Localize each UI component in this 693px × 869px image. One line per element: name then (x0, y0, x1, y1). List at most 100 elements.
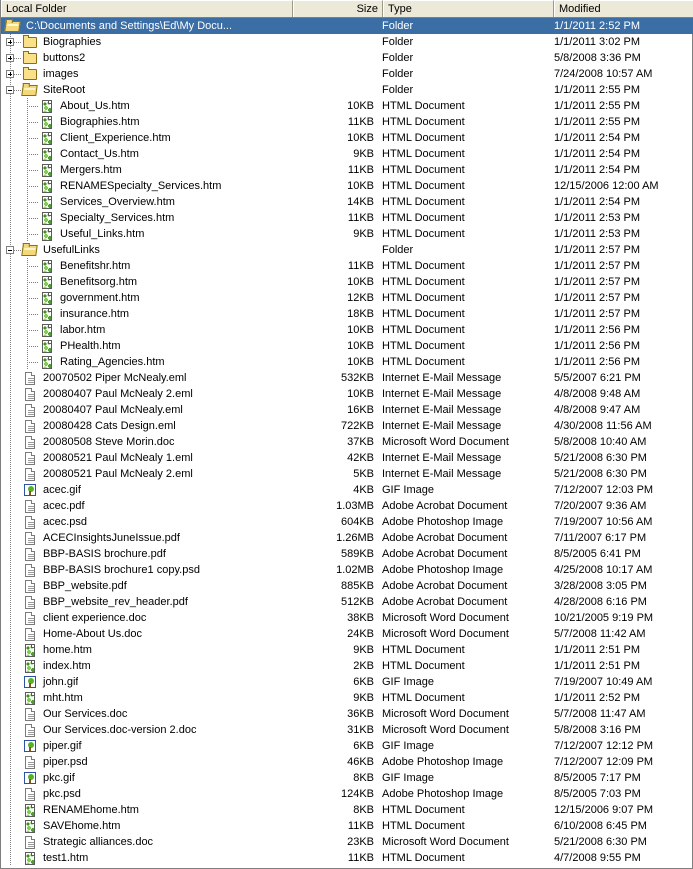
table-row[interactable]: acec.pdf1.03MBAdobe Acrobat Document7/20… (1, 498, 693, 514)
table-row[interactable]: Services_Overview.htm14KBHTML Document1/… (1, 194, 693, 210)
file-size-cell: 722KB (293, 418, 379, 434)
file-type-cell: Microsoft Word Document (379, 834, 554, 850)
file-name-cell: PHealth.htm (1, 338, 293, 354)
tree-line (10, 722, 11, 738)
file-modified-cell: 5/8/2008 10:40 AM (554, 434, 693, 450)
table-row[interactable]: Mergers.htm11KBHTML Document1/1/2011 2:5… (1, 162, 693, 178)
table-row[interactable]: 20080521 Paul McNealy 1.eml42KBInternet … (1, 450, 693, 466)
file-size-cell: 6KB (293, 674, 379, 690)
file-modified-cell: 7/12/2007 12:09 PM (554, 754, 693, 770)
file-name-cell: acec.gif (1, 482, 293, 498)
table-row[interactable]: Specialty_Services.htm11KBHTML Document1… (1, 210, 693, 226)
table-row[interactable]: imagesFolder7/24/2008 10:57 AM (1, 66, 693, 82)
table-row[interactable]: insurance.htm18KBHTML Document1/1/2011 2… (1, 306, 693, 322)
tree-indent-guides (1, 194, 39, 210)
table-row[interactable]: mht.htm9KBHTML Document1/1/2011 2:52 PM (1, 690, 693, 706)
table-row[interactable]: 20080521 Paul McNealy 2.eml5KBInternet E… (1, 466, 693, 482)
table-row[interactable]: 20080508 Steve Morin.doc37KBMicrosoft Wo… (1, 434, 693, 450)
table-row[interactable]: labor.htm10KBHTML Document1/1/2011 2:56 … (1, 322, 693, 338)
expand-node-button[interactable] (6, 38, 14, 46)
file-size-cell: 42KB (293, 450, 379, 466)
table-row[interactable]: Biographies.htm11KBHTML Document1/1/2011… (1, 114, 693, 130)
table-row[interactable]: buttons2Folder5/8/2008 3:36 PM (1, 50, 693, 66)
tree-indent-guides (1, 258, 39, 274)
file-name-label: C:\Documents and Settings\Ed\My Docu... (24, 18, 232, 34)
file-name-cell: 20080521 Paul McNealy 1.eml (1, 450, 293, 466)
table-row[interactable]: piper.psd46KBAdobe Photoshop Image7/12/2… (1, 754, 693, 770)
table-row[interactable]: acec.gif4KBGIF Image7/12/2007 12:03 PM (1, 482, 693, 498)
file-name-cell: Biographies.htm (1, 114, 293, 130)
column-header-modified[interactable]: Modified (554, 0, 693, 17)
table-row[interactable]: Contact_Us.htm9KBHTML Document1/1/2011 2… (1, 146, 693, 162)
table-row[interactable]: Useful_Links.htm9KBHTML Document1/1/2011… (1, 226, 693, 242)
column-header-size[interactable]: Size (293, 0, 383, 17)
expand-node-button[interactable] (6, 54, 14, 62)
table-row[interactable]: home.htm9KBHTML Document1/1/2011 2:51 PM (1, 642, 693, 658)
file-name-cell: piper.gif (1, 738, 293, 754)
column-header-type[interactable]: Type (383, 0, 554, 17)
table-row[interactable]: 20080428 Cats Design.eml722KBInternet E-… (1, 418, 693, 434)
tree-indent-guides (1, 802, 22, 818)
tree-indent-guides (1, 514, 22, 530)
file-modified-cell: 1/1/2011 2:53 PM (554, 210, 693, 226)
table-row[interactable]: SAVEhome.htm11KBHTML Document6/10/2008 6… (1, 818, 693, 834)
table-row[interactable]: PHealth.htm10KBHTML Document1/1/2011 2:5… (1, 338, 693, 354)
file-name-label: 20080428 Cats Design.eml (41, 418, 176, 434)
table-row[interactable]: Benefitsorg.htm10KBHTML Document1/1/2011… (1, 274, 693, 290)
table-row[interactable]: 20080407 Paul McNealy 2.eml10KBInternet … (1, 386, 693, 402)
table-row[interactable]: index.htm2KBHTML Document1/1/2011 2:51 P… (1, 658, 693, 674)
file-name-cell: Specialty_Services.htm (1, 210, 293, 226)
tree-line (27, 202, 38, 203)
table-row[interactable]: Client_Experience.htm10KBHTML Document1/… (1, 130, 693, 146)
table-row[interactable]: test1.htm11KBHTML Document4/7/2008 9:55 … (1, 850, 693, 866)
table-row[interactable]: SiteRootFolder1/1/2011 2:55 PM (1, 82, 693, 98)
table-row[interactable]: government.htm12KBHTML Document1/1/2011 … (1, 290, 693, 306)
file-size-cell: 589KB (293, 546, 379, 562)
file-name-cell: home.htm (1, 642, 293, 658)
tree-line (10, 818, 11, 834)
table-row[interactable]: john.gif6KBGIF Image7/19/2007 10:49 AM (1, 674, 693, 690)
table-row[interactable]: Strategic alliances.doc23KBMicrosoft Wor… (1, 834, 693, 850)
table-row[interactable]: pkc.psd124KBAdobe Photoshop Image8/5/200… (1, 786, 693, 802)
tree-indent-guides (1, 834, 22, 850)
table-row[interactable]: About_Us.htm10KBHTML Document1/1/2011 2:… (1, 98, 693, 114)
table-row[interactable]: Rating_Agencies.htm10KBHTML Document1/1/… (1, 354, 693, 370)
tree-indent-guides (1, 226, 39, 242)
table-row[interactable]: 20080407 Paul McNealy.eml16KBInternet E-… (1, 402, 693, 418)
file-size-cell: 604KB (293, 514, 379, 530)
tree-indent-guides (1, 562, 22, 578)
tree-line (10, 258, 11, 274)
table-row[interactable]: BBP_website.pdf885KBAdobe Acrobat Docume… (1, 578, 693, 594)
table-row[interactable]: Benefitshr.htm11KBHTML Document1/1/2011 … (1, 258, 693, 274)
file-type-cell: Folder (379, 82, 554, 98)
collapse-node-button[interactable] (6, 86, 14, 94)
table-row[interactable]: ACECInsightsJuneIssue.pdf1.26MBAdobe Acr… (1, 530, 693, 546)
collapse-node-button[interactable] (6, 246, 14, 254)
table-row[interactable]: Our Services.doc36KBMicrosoft Word Docum… (1, 706, 693, 722)
table-row[interactable]: Home-About Us.doc24KBMicrosoft Word Docu… (1, 626, 693, 642)
file-size-cell: 6KB (293, 738, 379, 754)
table-row[interactable]: pkc.gif8KBGIF Image8/5/2005 7:17 PM (1, 770, 693, 786)
table-row[interactable]: C:\Documents and Settings\Ed\My Docu...F… (1, 18, 693, 34)
table-row[interactable]: RENAMEhome.htm8KBHTML Document12/15/2006… (1, 802, 693, 818)
table-row[interactable]: BBP-BASIS brochure.pdf589KBAdobe Acrobat… (1, 546, 693, 562)
table-row[interactable]: 20070502 Piper McNealy.eml532KBInternet … (1, 370, 693, 386)
file-size-cell: 24KB (293, 626, 379, 642)
table-row[interactable]: piper.gif6KBGIF Image7/12/2007 12:12 PM (1, 738, 693, 754)
folder-icon (22, 50, 38, 66)
tree-line (10, 786, 11, 802)
file-size-cell: 46KB (293, 754, 379, 770)
table-row[interactable]: BBP_website_rev_header.pdf512KBAdobe Acr… (1, 594, 693, 610)
table-row[interactable]: UsefulLinksFolder1/1/2011 2:57 PM (1, 242, 693, 258)
table-row[interactable]: RENAMESpecialty_Services.htm10KBHTML Doc… (1, 178, 693, 194)
table-row[interactable]: acec.psd604KBAdobe Photoshop Image7/19/2… (1, 514, 693, 530)
column-header-local-folder[interactable]: Local Folder (1, 0, 293, 17)
file-type-cell: Adobe Photoshop Image (379, 754, 554, 770)
table-row[interactable]: Our Services.doc-version 2.doc31KBMicros… (1, 722, 693, 738)
table-row[interactable]: BBP-BASIS brochure1 copy.psd1.02MBAdobe … (1, 562, 693, 578)
file-name-label: Client_Experience.htm (58, 130, 171, 146)
expand-node-button[interactable] (6, 70, 14, 78)
file-name-cell: Services_Overview.htm (1, 194, 293, 210)
table-row[interactable]: BiographiesFolder1/1/2011 3:02 PM (1, 34, 693, 50)
table-row[interactable]: client experience.doc38KBMicrosoft Word … (1, 610, 693, 626)
